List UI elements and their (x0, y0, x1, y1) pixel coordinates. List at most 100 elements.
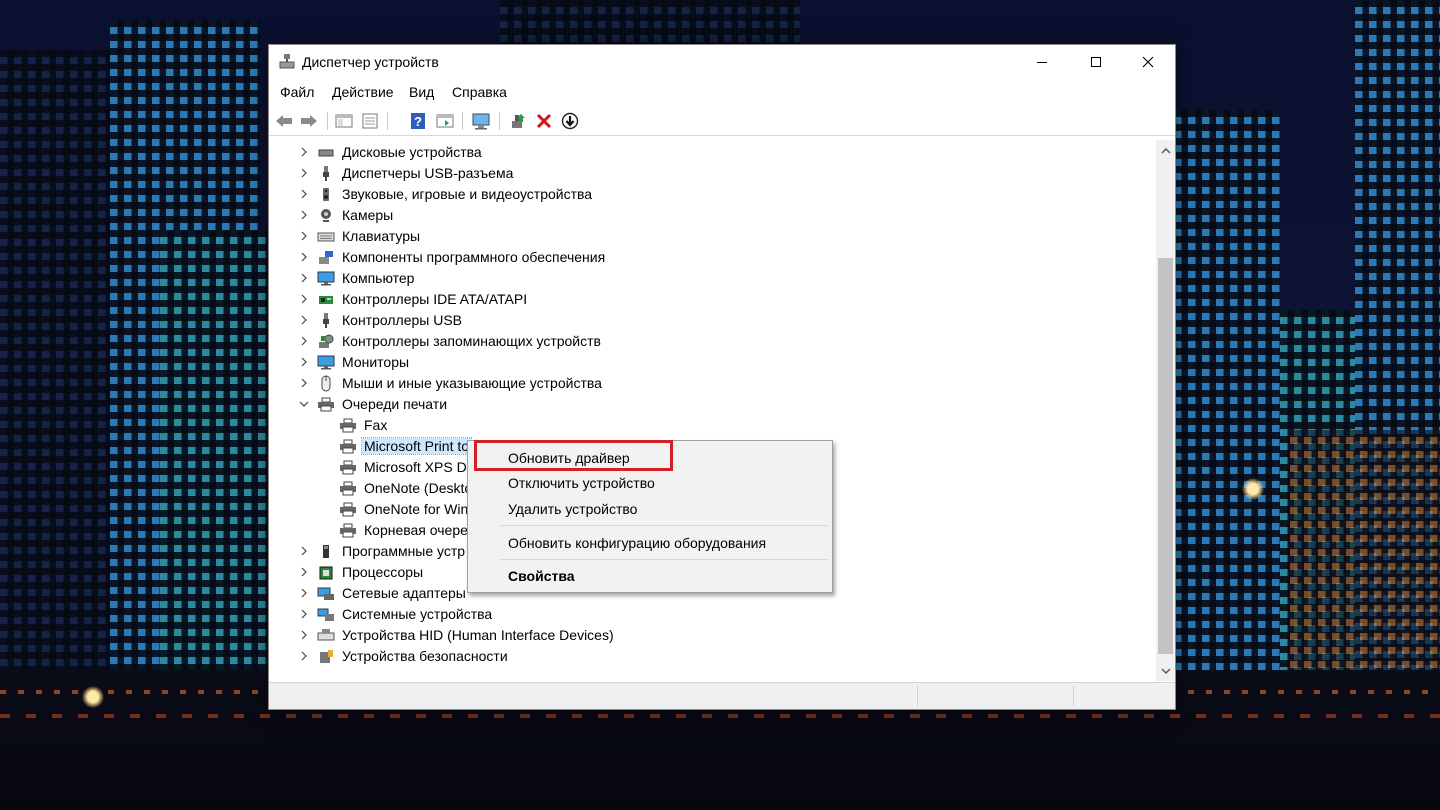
expand-chevron-icon[interactable] (299, 292, 309, 306)
menu-help[interactable]: Справка (452, 84, 507, 100)
tree-category-item[interactable]: Контроллеры USB (269, 310, 1155, 331)
scan-hardware-button[interactable] (470, 110, 492, 132)
expand-chevron-icon[interactable] (299, 208, 309, 222)
vertical-scrollbar[interactable] (1156, 140, 1175, 681)
properties-button[interactable] (359, 110, 381, 132)
printer-icon (339, 501, 357, 518)
tree-item-label: Звуковые, игровые и видеоустройства (342, 186, 593, 202)
tree-item-label: Системные устройства (342, 606, 493, 622)
tree-category-item[interactable]: Устройства HID (Human Interface Devices) (269, 625, 1155, 646)
tree-item-label: Мониторы (342, 354, 410, 370)
menu-view[interactable]: Вид (409, 84, 434, 100)
collapse-chevron-icon[interactable] (299, 397, 309, 411)
tree-category-item[interactable]: Контроллеры IDE ATA/ATAPI (269, 289, 1155, 310)
expand-chevron-icon[interactable] (299, 166, 309, 180)
context-menu-separator (500, 525, 828, 526)
tree-item-label: Контроллеры USB (342, 312, 462, 328)
expand-chevron-icon[interactable] (299, 145, 309, 159)
expand-chevron-icon (301, 252, 307, 262)
forward-button[interactable] (298, 110, 320, 132)
tree-item-label: Очереди печати (342, 396, 448, 412)
ide-controller-icon (317, 291, 335, 308)
tree-category-item[interactable]: Мониторы (269, 352, 1155, 373)
minimize-icon (1037, 62, 1047, 63)
expand-chevron-icon[interactable] (299, 565, 309, 579)
tree-child-item[interactable]: Fax (269, 415, 1155, 436)
action-pane-icon (436, 114, 454, 128)
menu-action[interactable]: Действие (332, 84, 394, 100)
expand-chevron-icon (301, 273, 307, 283)
show-hide-console-tree-icon (335, 114, 353, 128)
scrollbar-thumb[interactable] (1158, 258, 1173, 654)
expand-chevron-icon[interactable] (299, 376, 309, 390)
action-pane-button[interactable] (434, 110, 456, 132)
usb-icon (317, 312, 335, 329)
tree-category-item[interactable]: Компьютер (269, 268, 1155, 289)
tree-category-item[interactable]: Камеры (269, 205, 1155, 226)
properties-icon (362, 113, 378, 129)
tree-category-item[interactable]: Компоненты программного обеспечения (269, 247, 1155, 268)
scroll-up-button[interactable] (1156, 142, 1175, 159)
expand-chevron-icon[interactable] (299, 313, 309, 327)
context-menu-properties[interactable]: Свойства (508, 568, 575, 584)
network-adapter-icon (317, 585, 335, 602)
update-driver-button[interactable] (507, 110, 529, 132)
expand-chevron-icon[interactable] (299, 607, 309, 621)
tree-item-label: Диспетчеры USB-разъема (342, 165, 514, 181)
maximize-button[interactable] (1069, 45, 1123, 79)
tree-category-item[interactable]: Устройства безопасности (269, 646, 1155, 667)
expand-chevron-icon[interactable] (299, 187, 309, 201)
show-hide-console-tree-button[interactable] (333, 110, 355, 132)
tree-category-item[interactable]: Звуковые, игровые и видеоустройства (269, 184, 1155, 205)
tree-item-label: Дисковые устройства (342, 144, 482, 160)
expand-chevron-icon[interactable] (299, 355, 309, 369)
monitor-icon (317, 354, 335, 371)
tree-category-item[interactable]: Системные устройства (269, 604, 1155, 625)
expand-chevron-icon[interactable] (299, 544, 309, 558)
tree-category-item[interactable]: Контроллеры запоминающих устройств (269, 331, 1155, 352)
scroll-down-button[interactable] (1156, 662, 1175, 679)
scan-hardware-icon (472, 113, 490, 130)
device-tree[interactable]: Дисковые устройства Диспетчеры USB-разъем… (269, 140, 1155, 680)
tree-item-label: Процессоры (342, 564, 424, 580)
tree-item-label: Устройства безопасности (342, 648, 508, 664)
tree-item-label: Fax (364, 417, 388, 433)
tree-category-item[interactable]: Мыши и иные указывающие устройства (269, 373, 1155, 394)
menu-bar: Файл Действие Вид Справка (269, 81, 1175, 103)
expand-chevron-icon[interactable] (299, 229, 309, 243)
menu-file[interactable]: Файл (280, 84, 314, 100)
tree-item-label: Компоненты программного обеспечения (342, 249, 606, 265)
expand-chevron-icon[interactable] (299, 271, 309, 285)
window-title: Диспетчер устройств (302, 54, 439, 70)
expand-chevron-icon (301, 357, 307, 367)
context-menu-uninstall-device[interactable]: Удалить устройство (508, 501, 637, 517)
expand-chevron-icon[interactable] (299, 649, 309, 663)
title-bar[interactable]: Диспетчер устройств (269, 45, 1175, 79)
disk-drive-icon (317, 144, 335, 161)
expand-chevron-icon[interactable] (299, 334, 309, 348)
expand-chevron-icon[interactable] (299, 586, 309, 600)
context-menu-scan-hardware[interactable]: Обновить конфигурацию оборудования (508, 535, 766, 551)
help-button[interactable]: ? (407, 110, 429, 132)
tree-item-label: OneNote for Win (364, 501, 469, 517)
disable-device-button[interactable] (559, 110, 581, 132)
status-bar (269, 682, 1175, 709)
expand-chevron-icon[interactable] (299, 628, 309, 642)
context-menu-disable-device[interactable]: Отключить устройство (508, 475, 655, 491)
disable-device-icon (561, 112, 579, 130)
close-icon (1142, 56, 1154, 68)
software-component-icon (317, 249, 335, 266)
tree-category-item[interactable]: Дисковые устройства (269, 142, 1155, 163)
expand-chevron-icon (301, 630, 307, 640)
uninstall-device-button[interactable] (533, 110, 555, 132)
expand-chevron-icon[interactable] (299, 250, 309, 264)
scroll-down-icon (1161, 668, 1170, 674)
expand-chevron-icon (301, 189, 307, 199)
tree-category-item[interactable]: Диспетчеры USB-разъема (269, 163, 1155, 184)
back-button[interactable] (273, 110, 295, 132)
minimize-button[interactable] (1015, 45, 1069, 79)
close-button[interactable] (1121, 45, 1175, 79)
update-driver-icon (512, 114, 525, 128)
tree-category-item[interactable]: Очереди печати (269, 394, 1155, 415)
tree-category-item[interactable]: Клавиатуры (269, 226, 1155, 247)
